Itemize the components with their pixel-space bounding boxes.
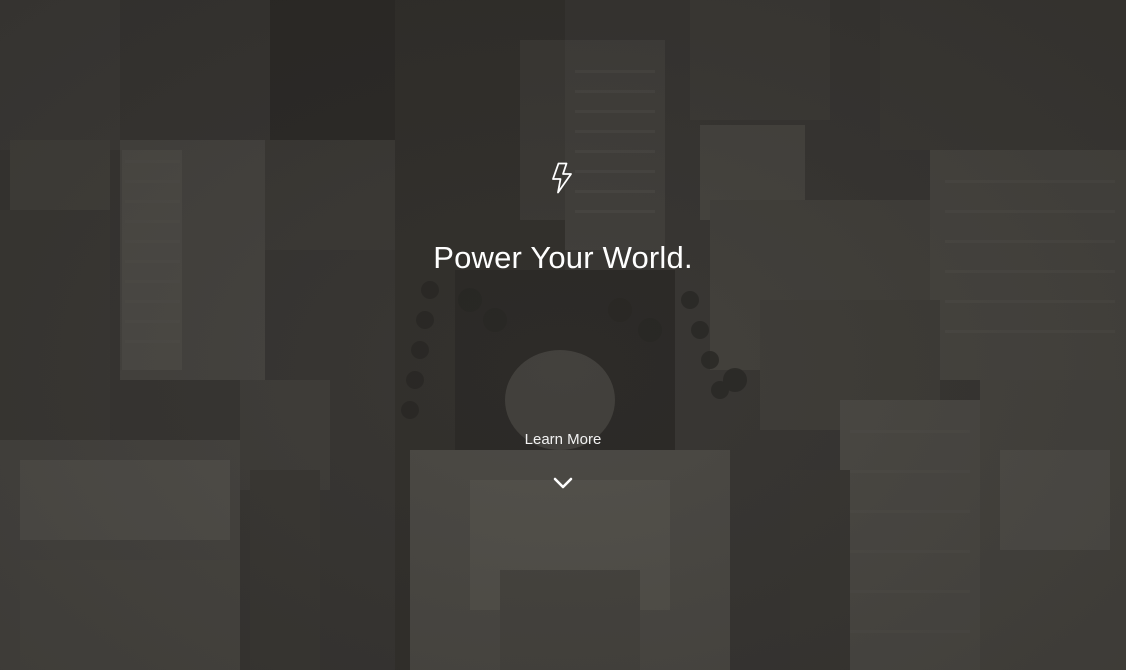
hero-content: Power Your World. Learn More — [0, 0, 1126, 670]
learn-more-link[interactable]: Learn More — [503, 428, 623, 498]
chevron-down-icon — [553, 477, 573, 489]
hero-section: Power Your World. Learn More — [0, 0, 1126, 670]
hero-headline: Power Your World. — [433, 240, 693, 275]
lightning-bolt-icon — [552, 162, 572, 194]
learn-more-label: Learn More — [524, 431, 602, 448]
